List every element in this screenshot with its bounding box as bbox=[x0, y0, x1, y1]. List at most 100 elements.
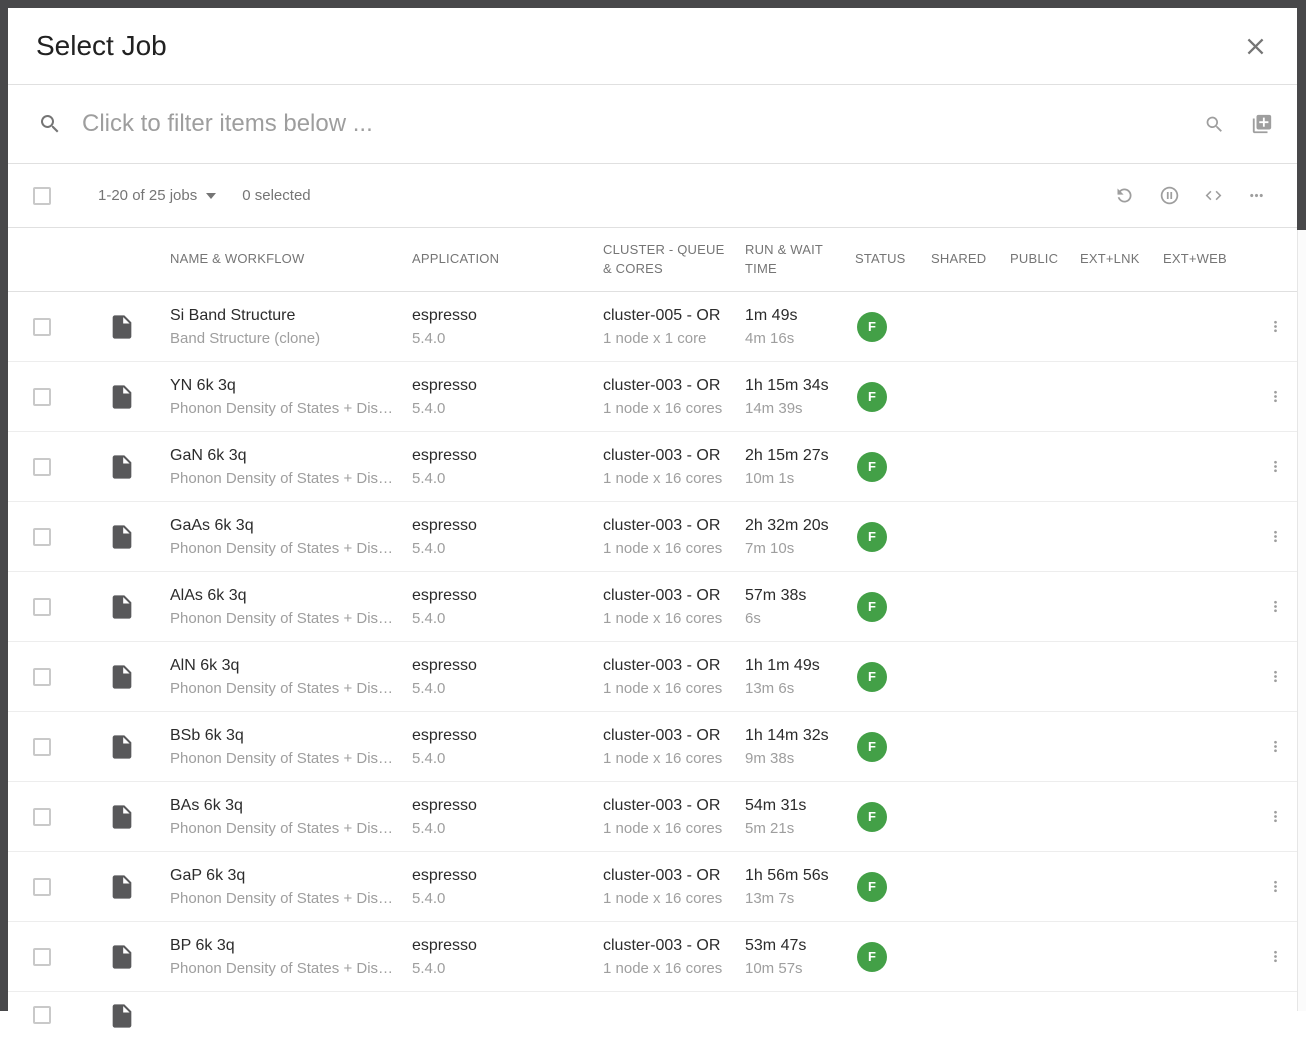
row-checkbox[interactable] bbox=[33, 948, 51, 966]
code-view-button[interactable] bbox=[1204, 186, 1223, 205]
application-cell: espresso 5.4.0 bbox=[412, 517, 603, 557]
name-workflow-cell: GaN 6k 3q Phonon Density of States + Dis… bbox=[170, 447, 412, 487]
column-header-cluster[interactable]: CLUSTER - QUEUE & CORES bbox=[603, 241, 745, 279]
nodes-cores: 1 node x 16 cores bbox=[603, 750, 731, 767]
filter-bar bbox=[8, 85, 1297, 164]
search-icon bbox=[38, 112, 62, 136]
row-menu-button[interactable] bbox=[1267, 738, 1284, 755]
row-menu-button[interactable] bbox=[1267, 878, 1284, 895]
pause-button[interactable] bbox=[1159, 185, 1180, 206]
more-options-button[interactable] bbox=[1247, 186, 1266, 205]
run-wait-cell: 1m 49s 4m 16s bbox=[745, 307, 855, 347]
file-icon bbox=[108, 593, 170, 621]
row-menu-button[interactable] bbox=[1267, 458, 1284, 475]
job-name: GaAs 6k 3q bbox=[170, 517, 398, 535]
run-time: 2h 15m 27s bbox=[745, 447, 841, 465]
row-menu-button[interactable] bbox=[1267, 388, 1284, 405]
table-row[interactable]: AlN 6k 3q Phonon Density of States + Dis… bbox=[8, 642, 1297, 712]
column-header-application[interactable]: APPLICATION bbox=[412, 250, 603, 269]
application-cell: espresso 5.4.0 bbox=[412, 447, 603, 487]
application-version: 5.4.0 bbox=[412, 960, 589, 977]
column-header-shared[interactable]: SHARED bbox=[931, 250, 1010, 269]
refresh-button[interactable] bbox=[1114, 185, 1135, 206]
table-row[interactable]: GaP 6k 3q Phonon Density of States + Dis… bbox=[8, 852, 1297, 922]
status-badge: F bbox=[857, 452, 887, 482]
column-header-name[interactable]: NAME & WORKFLOW bbox=[170, 250, 412, 269]
status-cell: F bbox=[855, 522, 931, 552]
run-time: 1h 56m 56s bbox=[745, 867, 841, 885]
table-row[interactable]: YN 6k 3q Phonon Density of States + Dis…… bbox=[8, 362, 1297, 432]
table-row[interactable]: BP 6k 3q Phonon Density of States + Dis…… bbox=[8, 922, 1297, 992]
nodes-cores: 1 node x 16 cores bbox=[603, 820, 731, 837]
row-checkbox[interactable] bbox=[33, 738, 51, 756]
column-header-extlnk[interactable]: EXT+LNK bbox=[1080, 250, 1163, 269]
run-wait-cell bbox=[745, 992, 855, 997]
row-menu-button[interactable] bbox=[1267, 948, 1284, 965]
close-button[interactable] bbox=[1242, 33, 1269, 60]
row-checkbox[interactable] bbox=[33, 528, 51, 546]
row-menu-button[interactable] bbox=[1267, 528, 1284, 545]
file-icon bbox=[108, 383, 170, 411]
row-checkbox[interactable] bbox=[33, 878, 51, 896]
table-row[interactable]: BSb 6k 3q Phonon Density of States + Dis… bbox=[8, 712, 1297, 782]
row-checkbox[interactable] bbox=[33, 388, 51, 406]
table-row[interactable]: Si Band Structure Band Structure (clone)… bbox=[8, 292, 1297, 362]
save-filter-button[interactable] bbox=[1251, 113, 1273, 135]
run-time: 1h 1m 49s bbox=[745, 657, 841, 675]
table-row[interactable]: GaN 6k 3q Phonon Density of States + Dis… bbox=[8, 432, 1297, 502]
cluster-queue: cluster-003 - OR bbox=[603, 727, 731, 745]
column-header-public[interactable]: PUBLIC bbox=[1010, 250, 1080, 269]
file-icon bbox=[108, 523, 170, 551]
row-checkbox[interactable] bbox=[33, 808, 51, 826]
name-workflow-cell: BP 6k 3q Phonon Density of States + Dis… bbox=[170, 937, 412, 977]
table-row[interactable]: BAs 6k 3q Phonon Density of States + Dis… bbox=[8, 782, 1297, 852]
status-badge: F bbox=[857, 382, 887, 412]
file-icon bbox=[108, 873, 170, 901]
wait-time: 7m 10s bbox=[745, 540, 841, 557]
cluster-cell: cluster-003 - OR 1 node x 16 cores bbox=[603, 727, 745, 767]
wait-time: 4m 16s bbox=[745, 330, 841, 347]
run-wait-cell: 2h 15m 27s 10m 1s bbox=[745, 447, 855, 487]
row-menu-button[interactable] bbox=[1267, 318, 1284, 335]
cluster-cell: cluster-003 - OR 1 node x 16 cores bbox=[603, 867, 745, 907]
name-workflow-cell: BAs 6k 3q Phonon Density of States + Dis… bbox=[170, 797, 412, 837]
table-row[interactable] bbox=[8, 992, 1297, 1062]
table-row[interactable]: AlAs 6k 3q Phonon Density of States + Di… bbox=[8, 572, 1297, 642]
table-row[interactable]: GaAs 6k 3q Phonon Density of States + Di… bbox=[8, 502, 1297, 572]
row-menu-button[interactable] bbox=[1267, 668, 1284, 685]
row-checkbox[interactable] bbox=[33, 668, 51, 686]
workflow-name: Phonon Density of States + Dis… bbox=[170, 960, 398, 977]
application-name: espresso bbox=[412, 797, 589, 815]
status-badge: F bbox=[857, 592, 887, 622]
filter-input[interactable] bbox=[82, 110, 1204, 138]
column-header-status[interactable]: STATUS bbox=[855, 250, 931, 269]
application-name: espresso bbox=[412, 447, 589, 465]
more-vert-icon bbox=[1267, 948, 1284, 965]
refresh-icon bbox=[1114, 185, 1135, 206]
nodes-cores: 1 node x 1 core bbox=[603, 330, 731, 347]
run-wait-cell: 1h 56m 56s 13m 7s bbox=[745, 867, 855, 907]
status-cell: F bbox=[855, 872, 931, 902]
cluster-queue: cluster-003 - OR bbox=[603, 657, 731, 675]
application-cell: espresso 5.4.0 bbox=[412, 307, 603, 347]
application-version: 5.4.0 bbox=[412, 610, 589, 627]
row-menu-button[interactable] bbox=[1267, 808, 1284, 825]
status-cell: F bbox=[855, 312, 931, 342]
row-checkbox[interactable] bbox=[33, 598, 51, 616]
select-all-checkbox[interactable] bbox=[33, 187, 51, 205]
pause-circle-icon bbox=[1159, 185, 1180, 206]
search-action-button[interactable] bbox=[1204, 114, 1225, 135]
row-checkbox[interactable] bbox=[33, 1006, 51, 1024]
row-checkbox[interactable] bbox=[33, 318, 51, 336]
column-header-runwait[interactable]: RUN & WAIT TIME bbox=[745, 241, 855, 279]
column-header-extweb[interactable]: EXT+WEB bbox=[1163, 250, 1254, 269]
search-action-icon bbox=[1204, 114, 1225, 135]
more-horiz-icon bbox=[1247, 186, 1266, 205]
row-checkbox[interactable] bbox=[33, 458, 51, 476]
filter-actions bbox=[1204, 113, 1273, 135]
wait-time: 13m 7s bbox=[745, 890, 841, 907]
range-dropdown[interactable]: 1-20 of 25 jobs bbox=[98, 187, 216, 204]
row-menu-button[interactable] bbox=[1267, 598, 1284, 615]
status-badge: F bbox=[857, 732, 887, 762]
scrollbar-thumb[interactable] bbox=[1297, 0, 1306, 230]
